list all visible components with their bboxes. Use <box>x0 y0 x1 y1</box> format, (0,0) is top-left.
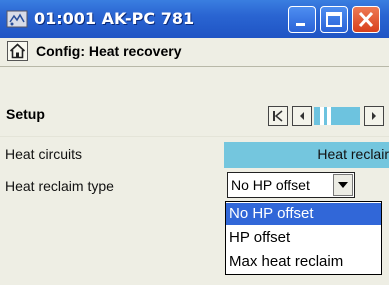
heat-reclaim-type-select[interactable]: No HP offset <box>227 172 355 198</box>
heat-circuits-value-field[interactable]: Heat reclair <box>224 142 389 168</box>
page-header: Config: Heat recovery <box>0 38 389 67</box>
heat-circuits-value: Heat reclair <box>317 146 389 162</box>
minimize-icon <box>296 23 305 26</box>
heat-reclaim-type-label: Heat reclaim type <box>5 178 114 194</box>
option-label: Max heat reclaim <box>229 253 344 270</box>
heat-reclaim-type-value: No HP offset <box>231 177 310 193</box>
heat-circuits-row[interactable]: Heat circuits Heat reclair <box>0 142 389 168</box>
page-indicator-bar <box>327 107 331 125</box>
maximize-button[interactable] <box>320 6 348 33</box>
close-button[interactable] <box>352 6 380 33</box>
chevron-down-icon <box>338 182 348 188</box>
dropdown-toggle[interactable] <box>333 174 353 196</box>
option-max-heat-reclaim[interactable]: Max heat reclaim <box>226 251 381 273</box>
window-titlebar[interactable]: 01:001 AK-PC 781 <box>0 0 389 39</box>
setup-row: Setup <box>0 100 389 132</box>
next-page-icon <box>372 112 376 120</box>
page-indicator <box>314 107 360 125</box>
option-no-hp-offset[interactable]: No HP offset <box>226 203 381 225</box>
previous-page-button[interactable] <box>292 106 312 126</box>
setup-label: Setup <box>6 106 45 122</box>
heat-circuits-label: Heat circuits <box>5 146 83 162</box>
option-hp-offset[interactable]: HP offset <box>226 227 381 249</box>
option-label: No HP offset <box>229 205 314 222</box>
first-page-icon <box>273 110 283 122</box>
home-icon <box>9 43 26 59</box>
next-page-button[interactable] <box>364 106 384 126</box>
home-button[interactable] <box>7 41 28 61</box>
close-icon <box>358 11 374 28</box>
first-page-button[interactable] <box>268 106 288 126</box>
window-title: 01:001 AK-PC 781 <box>34 9 195 28</box>
controller-icon <box>6 10 28 28</box>
minimize-button[interactable] <box>288 6 316 33</box>
maximize-icon <box>326 12 342 27</box>
option-label: HP offset <box>229 229 291 246</box>
page-indicator-bar <box>320 107 324 125</box>
heat-reclaim-type-options: No HP offset HP offset Max heat reclaim <box>225 201 382 275</box>
previous-page-icon <box>300 112 304 120</box>
divider <box>0 136 389 137</box>
page-title: Config: Heat recovery <box>36 43 182 59</box>
